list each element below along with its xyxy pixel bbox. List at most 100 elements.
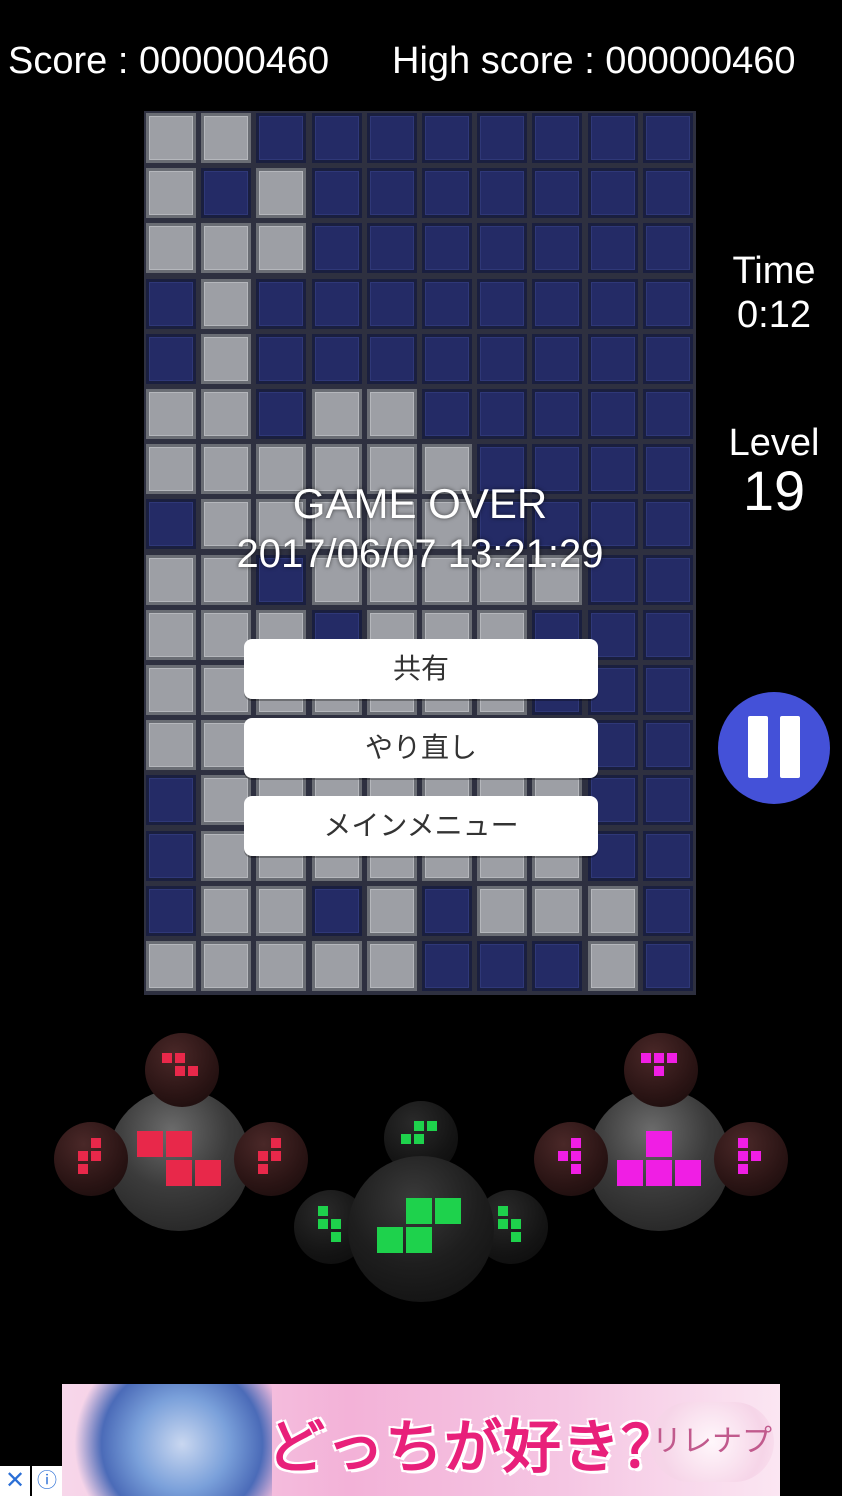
board-cell xyxy=(642,665,693,715)
piece-block xyxy=(558,1151,568,1161)
red-left-control[interactable] xyxy=(54,1122,128,1196)
board-cell xyxy=(256,885,307,936)
magenta-right-control[interactable] xyxy=(714,1122,788,1196)
score-text: Score : 000000460 xyxy=(8,40,330,82)
board-cell xyxy=(146,609,196,660)
game-over-datetime: 2017/06/07 13:21:29 xyxy=(236,532,604,576)
board-cell xyxy=(532,278,583,329)
board-cell xyxy=(146,333,196,384)
board-cell xyxy=(587,278,638,329)
board-cell xyxy=(256,389,307,439)
board-cell xyxy=(366,113,417,163)
board-cell xyxy=(146,223,196,274)
piece-block xyxy=(511,1232,521,1242)
pause-icon xyxy=(748,716,768,778)
piece-block xyxy=(271,1138,281,1148)
board-cell xyxy=(366,168,417,219)
board-cell xyxy=(642,389,693,439)
piece-block xyxy=(91,1138,101,1148)
board-cell xyxy=(587,223,638,274)
time-label: Time xyxy=(732,250,816,292)
board-cell xyxy=(642,609,693,660)
piece-block xyxy=(406,1227,432,1253)
piece-block xyxy=(571,1151,581,1161)
piece-block xyxy=(646,1160,672,1186)
board-cell xyxy=(256,278,307,329)
board-cell xyxy=(642,941,693,991)
piece-block xyxy=(427,1121,437,1131)
high-score-text: High score : 000000460 xyxy=(392,40,796,82)
info-icon[interactable]: ⓘ xyxy=(32,1466,62,1496)
piece-block xyxy=(91,1151,101,1161)
board-cell xyxy=(477,885,528,936)
piece-block xyxy=(414,1134,424,1144)
board-cell xyxy=(311,885,362,936)
board-cell xyxy=(146,389,196,439)
close-icon[interactable]: ✕ xyxy=(0,1466,30,1496)
board-cell xyxy=(532,941,583,991)
share-button[interactable]: 共有 xyxy=(244,639,598,699)
board-cell xyxy=(587,885,638,936)
red-rotate-control[interactable] xyxy=(108,1089,250,1231)
piece-block xyxy=(646,1131,672,1157)
board-cell xyxy=(642,885,693,936)
board-cell xyxy=(532,113,583,163)
board-cell xyxy=(311,333,362,384)
piece-block xyxy=(675,1160,701,1186)
piece-block xyxy=(78,1164,88,1174)
board-cell xyxy=(201,168,252,219)
board-cell xyxy=(477,223,528,274)
piece-block xyxy=(78,1151,88,1161)
piece-block xyxy=(195,1160,221,1186)
board-cell xyxy=(201,333,252,384)
piece-block xyxy=(738,1164,748,1174)
piece-block xyxy=(331,1232,341,1242)
board-cell xyxy=(477,333,528,384)
piece-block xyxy=(511,1219,521,1229)
piece-block xyxy=(738,1138,748,1148)
piece-block xyxy=(498,1206,508,1216)
piece-block xyxy=(137,1131,163,1157)
piece-block xyxy=(331,1219,341,1229)
piece-block xyxy=(401,1134,411,1144)
piece-block xyxy=(166,1160,192,1186)
board-cell xyxy=(256,113,307,163)
board-cell xyxy=(587,168,638,219)
piece-block xyxy=(738,1151,748,1161)
board-cell xyxy=(201,113,252,163)
board-cell xyxy=(587,389,638,439)
magenta-up-control[interactable] xyxy=(624,1033,698,1107)
board-cell xyxy=(532,885,583,936)
board-cell xyxy=(422,389,472,439)
piece-block xyxy=(318,1219,328,1229)
board-cell xyxy=(146,113,196,163)
piece-block xyxy=(258,1151,268,1161)
board-cell xyxy=(422,113,472,163)
board-cell xyxy=(146,885,196,936)
piece-block xyxy=(166,1131,192,1157)
main-menu-button[interactable]: メインメニュー xyxy=(244,796,598,856)
ad-banner[interactable]: どっちが好き？ リレナプリ xyxy=(62,1384,780,1496)
green-drop-control[interactable] xyxy=(348,1156,494,1302)
piece-block xyxy=(751,1151,761,1161)
piece-block xyxy=(571,1138,581,1148)
board-cell xyxy=(477,278,528,329)
retry-button[interactable]: やり直し xyxy=(244,718,598,778)
board-cell xyxy=(146,775,196,826)
board-cell xyxy=(366,223,417,274)
pause-icon-bar xyxy=(780,716,800,778)
board-cell xyxy=(201,941,252,991)
magenta-rotate-control[interactable] xyxy=(588,1089,730,1231)
red-right-control[interactable] xyxy=(234,1122,308,1196)
board-cell xyxy=(311,941,362,991)
board-cell xyxy=(422,885,472,936)
board-cell xyxy=(311,168,362,219)
board-cell xyxy=(366,885,417,936)
magenta-left-control[interactable] xyxy=(534,1122,608,1196)
red-up-control[interactable] xyxy=(145,1033,219,1107)
board-cell xyxy=(587,941,638,991)
board-cell xyxy=(422,941,472,991)
board-cell xyxy=(422,333,472,384)
piece-block xyxy=(188,1066,198,1076)
pause-button[interactable] xyxy=(718,692,830,804)
